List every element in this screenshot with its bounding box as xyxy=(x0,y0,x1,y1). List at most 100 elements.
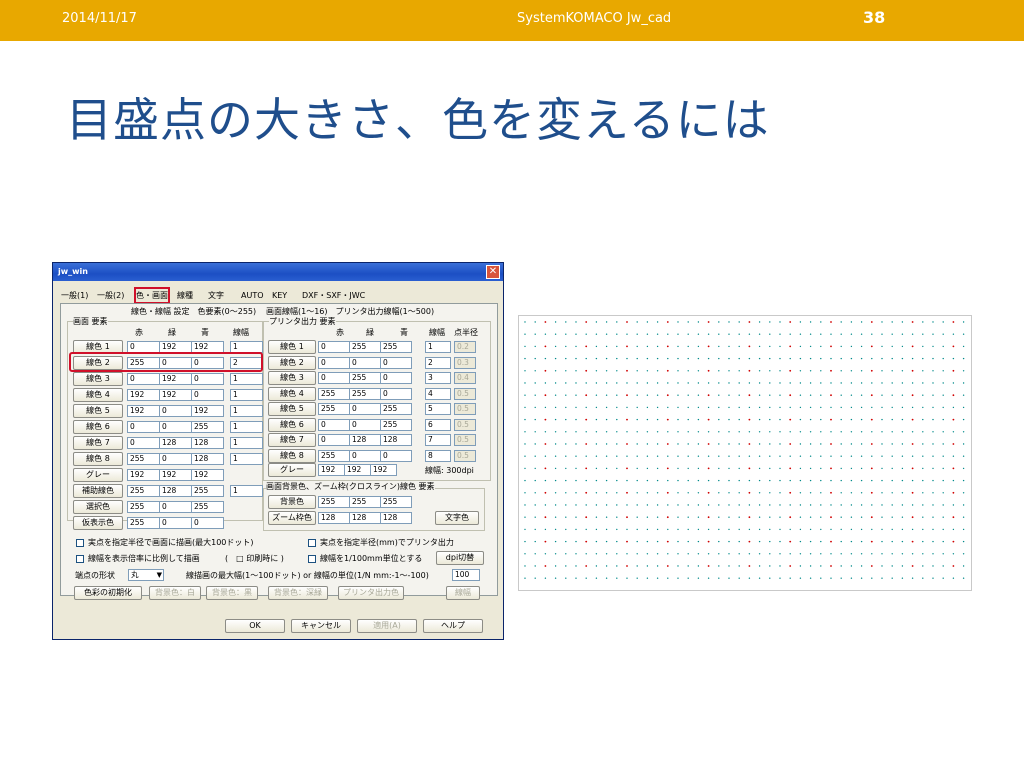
reset-colors-button[interactable]: 色彩の初期化 xyxy=(74,586,142,600)
zoom-green[interactable]: 128 xyxy=(349,512,381,524)
printer-output-color-button[interactable]: プリンタ出力色 xyxy=(338,586,404,600)
right-row-6-value-4[interactable]: 6 xyxy=(425,418,451,431)
left-row-11-value-3[interactable]: 255 xyxy=(191,501,224,513)
tab-general-1[interactable]: 一般(1) xyxy=(61,289,88,302)
left-row-3-value-4[interactable]: 1 xyxy=(230,373,263,385)
right-gray-button[interactable]: グレー xyxy=(268,463,316,477)
left-row-4-value-1[interactable]: 192 xyxy=(127,389,160,401)
right-row-3-value-2[interactable]: 255 xyxy=(349,372,381,384)
right-row-2-value-5[interactable]: 0.3 xyxy=(454,356,476,369)
zoom-red[interactable]: 128 xyxy=(318,512,350,524)
left-row-5-value-1[interactable]: 192 xyxy=(127,405,160,417)
left-row-3-value-1[interactable]: 0 xyxy=(127,373,160,385)
checkbox-draw-point-radius[interactable] xyxy=(76,539,84,547)
tab-dxf-sxf-jwc[interactable]: DXF・SXF・JWC xyxy=(302,289,365,302)
left-row-9-value-3[interactable]: 192 xyxy=(191,469,224,481)
left-row-6-value-2[interactable]: 0 xyxy=(159,421,192,433)
point-shape-select[interactable]: 丸 ▼ xyxy=(128,569,164,581)
right-row-6-value-5[interactable]: 0.5 xyxy=(454,418,476,431)
right-color-button-3[interactable]: 線色 3 xyxy=(268,371,316,385)
background-color-button[interactable]: 背景色 xyxy=(268,495,316,509)
right-gray-red[interactable]: 192 xyxy=(318,464,345,476)
chevron-down-icon[interactable]: ▼ xyxy=(157,570,162,580)
left-color-button-10[interactable]: 補助線色 xyxy=(73,484,123,498)
left-row-6-value-4[interactable]: 1 xyxy=(230,421,263,433)
zoom-blue[interactable]: 128 xyxy=(380,512,412,524)
bg-red[interactable]: 255 xyxy=(318,496,350,508)
left-row-4-value-2[interactable]: 192 xyxy=(159,389,192,401)
left-color-button-4[interactable]: 線色 4 xyxy=(73,388,123,402)
left-row-3-value-3[interactable]: 0 xyxy=(191,373,224,385)
left-row-7-value-1[interactable]: 0 xyxy=(127,437,160,449)
left-row-10-value-4[interactable]: 1 xyxy=(230,485,263,497)
bg-black-button[interactable]: 背景色：黒 xyxy=(206,586,258,600)
right-row-2-value-2[interactable]: 0 xyxy=(349,356,381,369)
right-row-5-value-1[interactable]: 255 xyxy=(318,403,350,415)
zoom-frame-color-button[interactable]: ズーム枠色 xyxy=(268,511,316,525)
right-row-1-value-5[interactable]: 0.2 xyxy=(454,341,476,353)
right-row-7-value-4[interactable]: 7 xyxy=(425,434,451,446)
left-row-9-value-2[interactable]: 192 xyxy=(159,469,192,481)
right-row-4-value-2[interactable]: 255 xyxy=(349,387,381,400)
close-icon[interactable]: ✕ xyxy=(486,265,500,279)
left-row-10-value-2[interactable]: 128 xyxy=(159,485,192,497)
left-row-5-value-2[interactable]: 0 xyxy=(159,405,192,417)
left-row-6-value-1[interactable]: 0 xyxy=(127,421,160,433)
ok-button[interactable]: OK xyxy=(225,619,285,633)
right-row-8-value-4[interactable]: 8 xyxy=(425,449,451,462)
left-color-button-8[interactable]: 線色 8 xyxy=(73,452,123,466)
left-color-button-7[interactable]: 線色 7 xyxy=(73,436,123,450)
right-gray-green[interactable]: 192 xyxy=(344,464,371,476)
left-row-8-value-1[interactable]: 255 xyxy=(127,453,160,465)
right-row-5-value-2[interactable]: 0 xyxy=(349,403,381,415)
checkbox-width-100mm[interactable] xyxy=(308,555,316,563)
right-row-6-value-3[interactable]: 255 xyxy=(380,418,412,431)
cancel-button[interactable]: キャンセル xyxy=(291,619,351,633)
right-row-5-value-3[interactable]: 255 xyxy=(380,403,412,415)
right-color-button-2[interactable]: 線色 2 xyxy=(268,355,316,370)
help-button[interactable]: ヘルプ xyxy=(423,619,483,633)
right-row-8-value-5[interactable]: 0.5 xyxy=(454,449,476,462)
tab-color-screen[interactable]: 色・画面 xyxy=(134,287,170,304)
right-row-4-value-4[interactable]: 4 xyxy=(425,387,451,400)
left-row-7-value-2[interactable]: 128 xyxy=(159,437,192,449)
text-color-button[interactable]: 文字色 xyxy=(435,511,479,525)
right-row-8-value-2[interactable]: 0 xyxy=(349,449,381,462)
right-row-1-value-2[interactable]: 255 xyxy=(349,341,381,353)
left-row-8-value-4[interactable]: 1 xyxy=(230,453,263,465)
right-row-5-value-5[interactable]: 0.5 xyxy=(454,403,476,415)
bg-darkgreen-button[interactable]: 背景色：深緑 xyxy=(268,586,328,600)
dpi-toggle-button[interactable]: dpi切替 xyxy=(436,551,484,565)
tab-auto[interactable]: AUTO xyxy=(241,289,264,302)
checkbox-print-point-radius[interactable] xyxy=(308,539,316,547)
right-row-4-value-1[interactable]: 255 xyxy=(318,387,350,400)
left-row-6-value-3[interactable]: 255 xyxy=(191,421,224,433)
bg-white-button[interactable]: 背景色：白 xyxy=(149,586,201,600)
right-row-4-value-5[interactable]: 0.5 xyxy=(454,387,476,400)
right-color-button-1[interactable]: 線色 1 xyxy=(268,340,316,354)
right-color-button-6[interactable]: 線色 6 xyxy=(268,417,316,432)
bg-green[interactable]: 255 xyxy=(349,496,381,508)
right-row-5-value-4[interactable]: 5 xyxy=(425,403,451,415)
bg-blue[interactable]: 255 xyxy=(380,496,412,508)
right-row-7-value-1[interactable]: 0 xyxy=(318,434,350,446)
left-row-5-value-3[interactable]: 192 xyxy=(191,405,224,417)
right-color-button-4[interactable]: 線色 4 xyxy=(268,386,316,401)
left-color-button-6[interactable]: 線色 6 xyxy=(73,420,123,434)
left-row-7-value-4[interactable]: 1 xyxy=(230,437,263,449)
right-color-button-7[interactable]: 線色 7 xyxy=(268,433,316,447)
right-row-3-value-1[interactable]: 0 xyxy=(318,372,350,384)
dialog-titlebar[interactable]: jw_win ✕ xyxy=(53,263,503,281)
tab-line-type[interactable]: 線種 xyxy=(177,289,193,302)
left-row-8-value-3[interactable]: 128 xyxy=(191,453,224,465)
left-row-12-value-3[interactable]: 0 xyxy=(191,517,224,529)
right-row-8-value-1[interactable]: 255 xyxy=(318,449,350,462)
left-row-7-value-3[interactable]: 128 xyxy=(191,437,224,449)
right-row-8-value-3[interactable]: 0 xyxy=(380,449,412,462)
left-row-4-value-4[interactable]: 1 xyxy=(230,389,263,401)
left-row-10-value-3[interactable]: 255 xyxy=(191,485,224,497)
right-row-1-value-3[interactable]: 255 xyxy=(380,341,412,353)
right-row-7-value-5[interactable]: 0.5 xyxy=(454,434,476,446)
left-row-5-value-4[interactable]: 1 xyxy=(230,405,263,417)
left-color-button-12[interactable]: 仮表示色 xyxy=(73,516,123,530)
